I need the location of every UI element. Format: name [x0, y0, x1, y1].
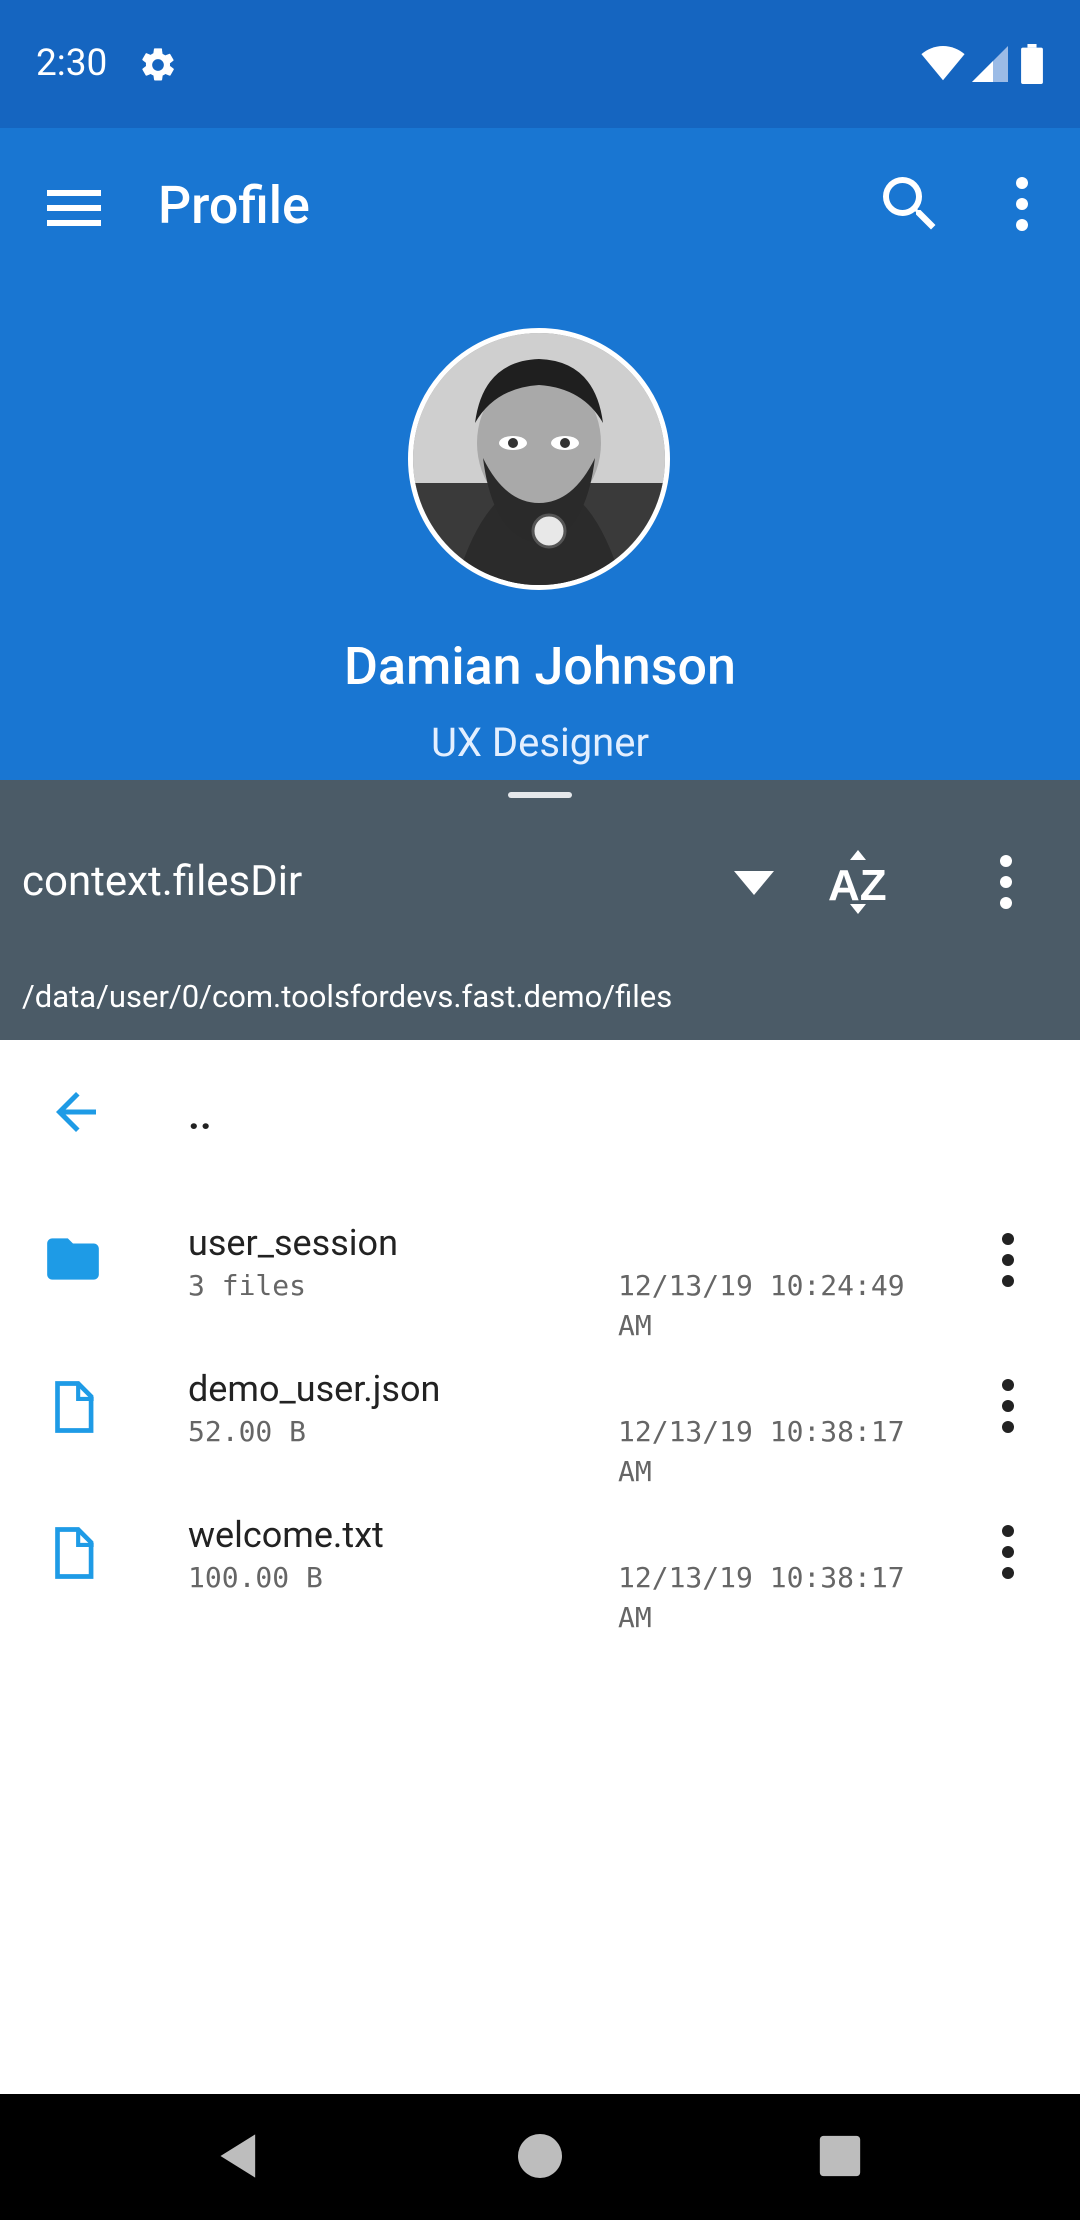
item-date: 12/13/19 10:38:17 AM: [618, 1561, 905, 1634]
panel-more-options-icon[interactable]: [970, 846, 1042, 918]
cell-signal-icon: [972, 46, 1008, 82]
current-path: /data/user/0/com.toolsfordevs.fast.demo/…: [22, 978, 673, 1015]
item-more-options-icon[interactable]: [972, 1224, 1044, 1296]
item-meta: 52.00 B: [188, 1415, 307, 1448]
profile-role: UX Designer: [430, 719, 650, 766]
menu-icon[interactable]: [38, 172, 110, 244]
search-icon[interactable]: [874, 168, 946, 240]
nav-home-icon[interactable]: [516, 2132, 564, 2180]
item-name: user_session: [188, 1222, 398, 1264]
dropdown-arrow-icon[interactable]: [734, 868, 774, 898]
settings-gear-icon: [142, 48, 174, 81]
page-title: Profile: [158, 175, 310, 236]
status-time: 2:30: [36, 42, 108, 85]
parent-directory-row[interactable]: [0, 1040, 1080, 1186]
nav-back-icon[interactable]: [214, 2130, 266, 2182]
avatar: [408, 328, 670, 590]
avatar-photo: [413, 333, 665, 585]
svg-text:AZ: AZ: [828, 861, 887, 910]
folder-icon: [47, 1238, 99, 1280]
item-more-options-icon[interactable]: [972, 1516, 1044, 1588]
drag-handle[interactable]: [508, 792, 572, 798]
item-name: welcome.txt: [188, 1514, 384, 1556]
battery-icon: [1021, 44, 1043, 84]
back-arrow-icon[interactable]: [46, 1082, 106, 1142]
parent-directory-label: ..: [188, 1091, 212, 1140]
sort-az-icon[interactable]: AZ: [822, 846, 894, 918]
wifi-icon: [921, 46, 965, 81]
profile-name: Damian Johnson: [344, 636, 736, 697]
item-name: demo_user.json: [188, 1368, 441, 1410]
item-meta: 100.00 B: [188, 1561, 323, 1594]
item-more-options-icon[interactable]: [972, 1370, 1044, 1442]
nav-recents-icon[interactable]: [818, 2134, 862, 2178]
more-options-icon[interactable]: [986, 168, 1058, 240]
directory-selector[interactable]: context.filesDir: [22, 852, 302, 912]
file-icon: [55, 1527, 94, 1579]
file-icon: [55, 1381, 94, 1433]
item-meta: 3 files: [188, 1269, 307, 1302]
